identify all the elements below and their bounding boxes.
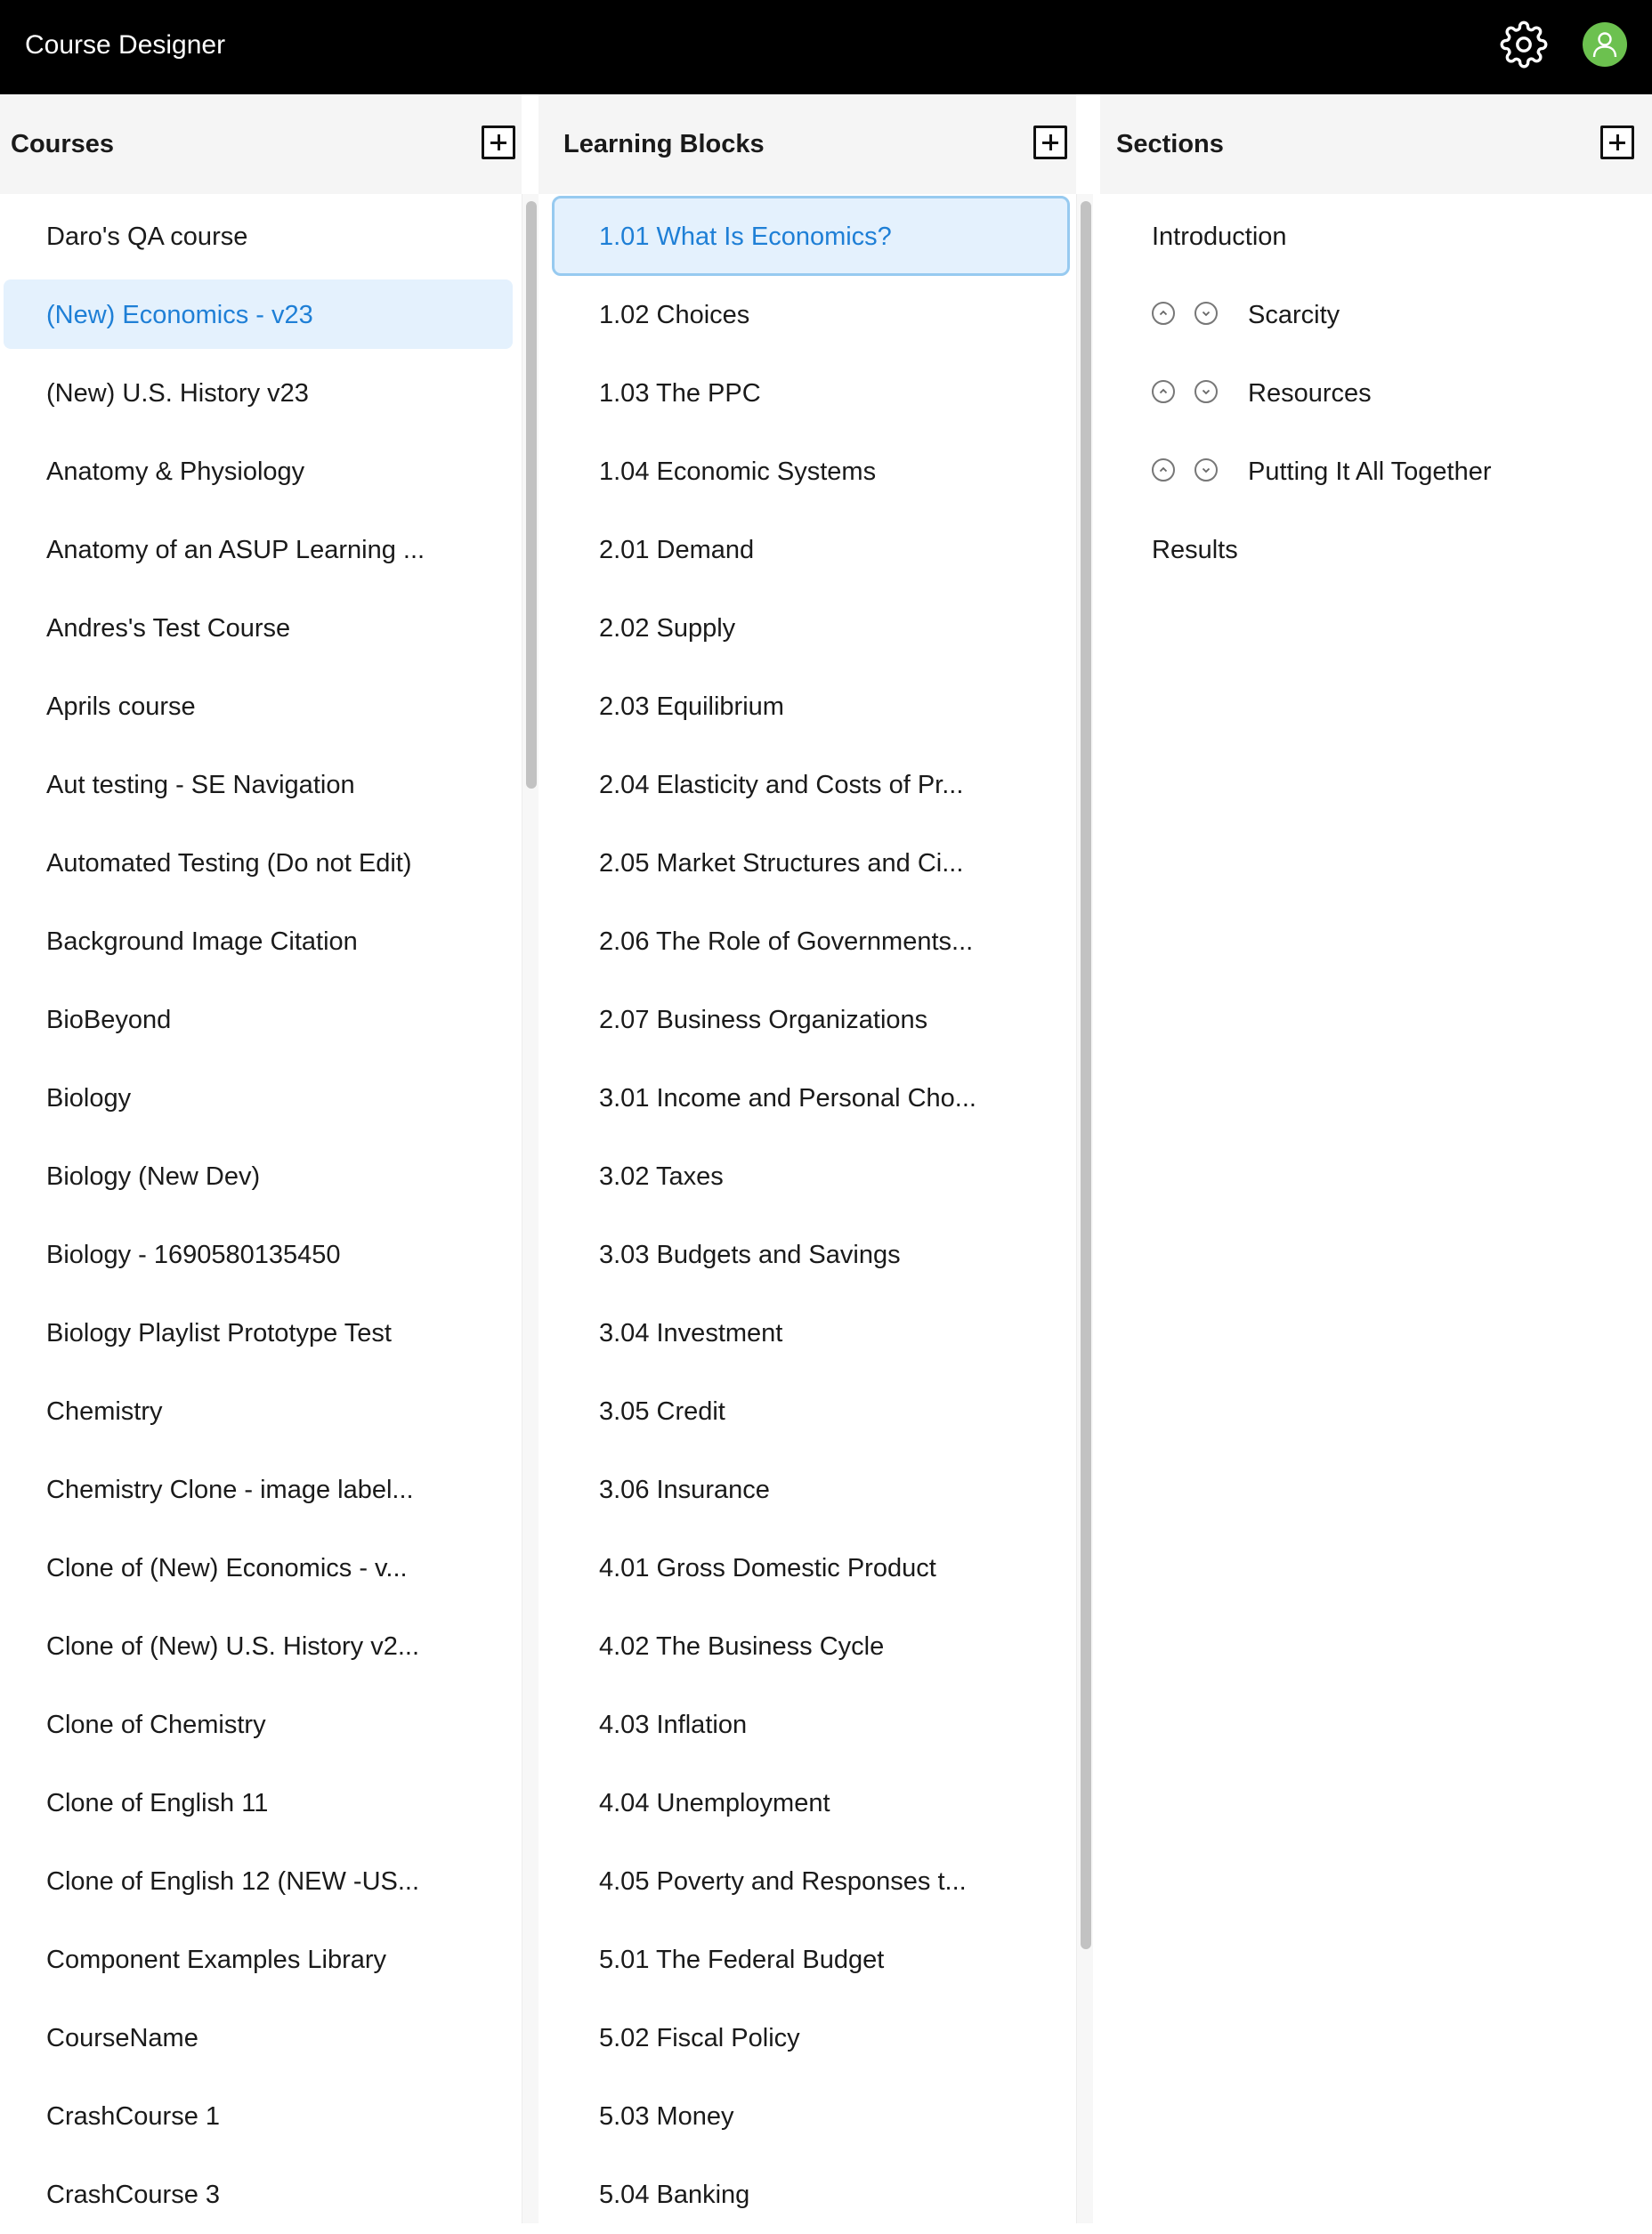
- move-down-icon[interactable]: [1194, 302, 1218, 325]
- course-item[interactable]: (New) Economics - v23: [0, 276, 522, 354]
- courses-scrollbar-thumb[interactable]: [526, 201, 537, 789]
- move-down-icon[interactable]: [1194, 458, 1218, 482]
- blocks-scrollbar-thumb[interactable]: [1081, 201, 1091, 1949]
- learning-block-item[interactable]: 3.04 Investment: [553, 1294, 1069, 1372]
- course-item[interactable]: Clone of Chemistry: [0, 1686, 522, 1764]
- section-item[interactable]: Introduction: [1100, 198, 1652, 276]
- course-item[interactable]: Component Examples Library: [0, 1921, 522, 1999]
- blocks-header: Learning Blocks: [539, 94, 1076, 194]
- move-up-icon[interactable]: [1152, 380, 1175, 403]
- course-item[interactable]: Clone of English 12 (NEW -US...: [0, 1842, 522, 1921]
- course-item[interactable]: Chemistry: [0, 1372, 522, 1451]
- learning-block-item[interactable]: 4.05 Poverty and Responses t...: [553, 1842, 1069, 1921]
- sections-title: Sections: [1116, 130, 1224, 158]
- section-label: Introduction: [1152, 223, 1287, 251]
- learning-block-item[interactable]: 2.06 The Role of Governments...: [553, 903, 1069, 981]
- section-label: Scarcity: [1248, 301, 1340, 329]
- learning-block-item[interactable]: 2.04 Elasticity and Costs of Pr...: [553, 746, 1069, 824]
- course-item[interactable]: Biology: [0, 1059, 522, 1137]
- course-item[interactable]: BioBeyond: [0, 981, 522, 1059]
- course-item[interactable]: Clone of English 11: [0, 1764, 522, 1842]
- section-label: Resources: [1248, 379, 1372, 408]
- course-item[interactable]: Automated Testing (Do not Edit): [0, 824, 522, 903]
- courses-list: Daro's QA course (New) Economics - v23 (Ne…: [0, 198, 522, 2234]
- learning-block-item[interactable]: 3.05 Credit: [553, 1372, 1069, 1451]
- learning-block-item[interactable]: 4.02 The Business Cycle: [553, 1607, 1069, 1686]
- course-item[interactable]: Anatomy of an ASUP Learning ...: [0, 511, 522, 589]
- learning-block-item[interactable]: 5.03 Money: [553, 2077, 1069, 2156]
- app-title: Course Designer: [25, 30, 226, 60]
- learning-block-item[interactable]: 4.03 Inflation: [553, 1686, 1069, 1764]
- course-item[interactable]: Daro's QA course: [0, 198, 522, 276]
- course-item[interactable]: Clone of (New) Economics - v...: [0, 1529, 522, 1607]
- learning-block-item[interactable]: 3.06 Insurance: [553, 1451, 1069, 1529]
- section-item[interactable]: Resources: [1100, 354, 1652, 433]
- course-item[interactable]: Clone of (New) U.S. History v2...: [0, 1607, 522, 1686]
- add-block-button[interactable]: [1033, 125, 1067, 159]
- section-item[interactable]: Putting It All Together: [1100, 433, 1652, 511]
- learning-block-item[interactable]: 4.01 Gross Domestic Product: [553, 1529, 1069, 1607]
- course-item[interactable]: (New) U.S. History v23: [0, 354, 522, 433]
- course-item[interactable]: Andres's Test Course: [0, 589, 522, 668]
- add-section-button[interactable]: [1600, 125, 1634, 159]
- courses-scrollbar[interactable]: [522, 194, 539, 2223]
- learning-block-item[interactable]: 4.04 Unemployment: [553, 1764, 1069, 1842]
- course-item[interactable]: Chemistry Clone - image label...: [0, 1451, 522, 1529]
- blocks-scrollbar[interactable]: [1076, 194, 1093, 2223]
- move-up-icon[interactable]: [1152, 302, 1175, 325]
- course-item[interactable]: Biology Playlist Prototype Test: [0, 1294, 522, 1372]
- learning-block-item[interactable]: 2.07 Business Organizations: [553, 981, 1069, 1059]
- course-item[interactable]: Biology - 1690580135450: [0, 1216, 522, 1294]
- learning-block-item[interactable]: 2.01 Demand: [553, 511, 1069, 589]
- section-item[interactable]: Scarcity: [1100, 276, 1652, 354]
- move-down-icon[interactable]: [1194, 380, 1218, 403]
- course-item[interactable]: CourseName: [0, 1999, 522, 2077]
- course-item[interactable]: Biology (New Dev): [0, 1137, 522, 1216]
- avatar[interactable]: [1583, 22, 1627, 67]
- learning-block-item[interactable]: 5.04 Banking: [553, 2156, 1069, 2234]
- top-bar: Course Designer: [0, 0, 1652, 94]
- move-up-icon[interactable]: [1152, 458, 1175, 482]
- learning-block-item[interactable]: 2.02 Supply: [553, 589, 1069, 668]
- courses-header: Courses: [0, 94, 522, 194]
- learning-block-item[interactable]: 5.01 The Federal Budget: [553, 1921, 1069, 1999]
- learning-block-item[interactable]: 3.02 Taxes: [553, 1137, 1069, 1216]
- add-course-button[interactable]: [482, 125, 515, 159]
- gear-icon[interactable]: [1500, 20, 1548, 69]
- user-icon: [1592, 32, 1617, 58]
- learning-block-item[interactable]: 1.03 The PPC: [553, 354, 1069, 433]
- learning-block-item[interactable]: 1.04 Economic Systems: [553, 433, 1069, 511]
- sections-header: Sections: [1100, 94, 1652, 194]
- learning-block-item[interactable]: 1.02 Choices: [553, 276, 1069, 354]
- blocks-title: Learning Blocks: [563, 130, 765, 158]
- course-item[interactable]: Aprils course: [0, 668, 522, 746]
- section-item[interactable]: Results: [1100, 511, 1652, 589]
- section-label: Results: [1152, 536, 1238, 564]
- course-item[interactable]: Background Image Citation: [0, 903, 522, 981]
- learning-block-item[interactable]: 1.01 What Is Economics?: [553, 198, 1069, 276]
- learning-block-item[interactable]: 3.03 Budgets and Savings: [553, 1216, 1069, 1294]
- learning-block-item[interactable]: 2.05 Market Structures and Ci...: [553, 824, 1069, 903]
- course-item[interactable]: Aut testing - SE Navigation: [0, 746, 522, 824]
- course-item[interactable]: CrashCourse 3: [0, 2156, 522, 2234]
- course-item[interactable]: Anatomy & Physiology: [0, 433, 522, 511]
- courses-title: Courses: [11, 130, 115, 158]
- sections-list: Introduction Scarcity Resources Putting It …: [1100, 198, 1652, 589]
- blocks-list: 1.01 What Is Economics? 1.02 Choices 1.03 …: [553, 198, 1069, 2234]
- learning-block-item[interactable]: 3.01 Income and Personal Cho...: [553, 1059, 1069, 1137]
- course-item[interactable]: CrashCourse 1: [0, 2077, 522, 2156]
- learning-block-item[interactable]: 5.02 Fiscal Policy: [553, 1999, 1069, 2077]
- learning-block-item[interactable]: 2.03 Equilibrium: [553, 668, 1069, 746]
- section-label: Putting It All Together: [1248, 457, 1492, 486]
